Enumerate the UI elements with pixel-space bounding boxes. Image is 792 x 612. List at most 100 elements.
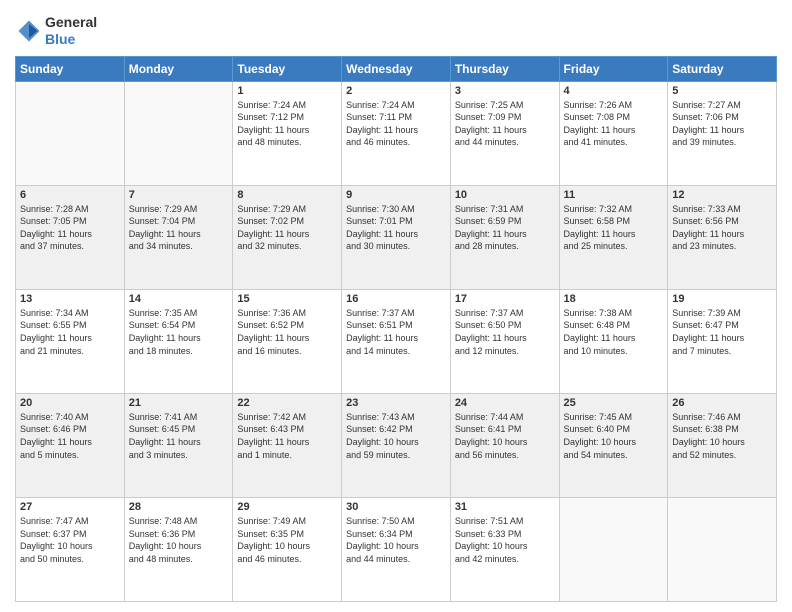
- day-number: 1: [237, 85, 337, 97]
- day-info: Sunrise: 7:32 AM Sunset: 6:58 PM Dayligh…: [564, 203, 664, 253]
- calendar-cell: 23 Sunrise: 7:43 AM Sunset: 6:42 PM Dayli…: [342, 393, 451, 497]
- day-info: Sunrise: 7:29 AM Sunset: 7:02 PM Dayligh…: [237, 203, 337, 253]
- day-number: 23: [346, 397, 446, 409]
- weekday-header: Monday: [124, 56, 233, 81]
- day-number: 13: [20, 293, 120, 305]
- weekday-header: Friday: [559, 56, 668, 81]
- calendar-cell: 14 Sunrise: 7:35 AM Sunset: 6:54 PM Dayli…: [124, 289, 233, 393]
- day-number: 8: [237, 189, 337, 201]
- day-number: 15: [237, 293, 337, 305]
- calendar-table: SundayMondayTuesdayWednesdayThursdayFrid…: [15, 56, 777, 602]
- calendar-cell: [124, 81, 233, 185]
- calendar-week-row: 27Sunrise: 7:47 AM Sunset: 6:37 PM Dayli…: [16, 497, 777, 601]
- day-number: 30: [346, 501, 446, 513]
- day-number: 11: [564, 189, 664, 201]
- calendar-cell: 25Sunrise: 7:45 AM Sunset: 6:40 PM Dayli…: [559, 393, 668, 497]
- calendar-cell: 17Sunrise: 7:37 AM Sunset: 6:50 PM Dayli…: [450, 289, 559, 393]
- day-info: Sunrise: 7:36 AM Sunset: 6:52 PM Dayligh…: [237, 307, 337, 357]
- day-info: Sunrise: 7:34 AM Sunset: 6:55 PM Dayligh…: [20, 307, 120, 357]
- day-info: Sunrise: 7:41 AM Sunset: 6:45 PM Dayligh…: [129, 411, 229, 461]
- calendar-week-row: 1 Sunrise: 7:24 AM Sunset: 7:12 PM Daylig…: [16, 81, 777, 185]
- calendar-cell: 29 Sunrise: 7:49 AM Sunset: 6:35 PM Dayli…: [233, 497, 342, 601]
- day-number: 27: [20, 501, 120, 513]
- day-info: Sunrise: 7:37 AM Sunset: 6:50 PM Dayligh…: [455, 307, 555, 357]
- page: General Blue SundayMondayTuesdayWednesda…: [0, 0, 792, 612]
- weekday-header: Thursday: [450, 56, 559, 81]
- calendar-cell: 24Sunrise: 7:44 AM Sunset: 6:41 PM Dayli…: [450, 393, 559, 497]
- calendar-cell: 4Sunrise: 7:26 AM Sunset: 7:08 PM Daylig…: [559, 81, 668, 185]
- calendar-cell: [559, 497, 668, 601]
- day-number: 19: [672, 293, 772, 305]
- day-info: Sunrise: 7:46 AM Sunset: 6:38 PM Dayligh…: [672, 411, 772, 461]
- day-info: Sunrise: 7:24 AM Sunset: 7:11 PM Dayligh…: [346, 99, 446, 149]
- logo-icon: [15, 17, 43, 45]
- calendar-week-row: 20 Sunrise: 7:40 AM Sunset: 6:46 PM Dayli…: [16, 393, 777, 497]
- calendar-cell: 30Sunrise: 7:50 AM Sunset: 6:34 PM Dayli…: [342, 497, 451, 601]
- day-info: Sunrise: 7:33 AM Sunset: 6:56 PM Dayligh…: [672, 203, 772, 253]
- logo: General Blue: [15, 14, 97, 48]
- calendar-cell: 20 Sunrise: 7:40 AM Sunset: 6:46 PM Dayli…: [16, 393, 125, 497]
- day-number: 22: [237, 397, 337, 409]
- calendar-cell: 7 Sunrise: 7:29 AM Sunset: 7:04 PM Daylig…: [124, 185, 233, 289]
- calendar-week-row: 6 Sunrise: 7:28 AM Sunset: 7:05 PM Daylig…: [16, 185, 777, 289]
- calendar-cell: 28 Sunrise: 7:48 AM Sunset: 6:36 PM Dayli…: [124, 497, 233, 601]
- calendar-cell: 8 Sunrise: 7:29 AM Sunset: 7:02 PM Daylig…: [233, 185, 342, 289]
- calendar-cell: 1 Sunrise: 7:24 AM Sunset: 7:12 PM Daylig…: [233, 81, 342, 185]
- day-info: Sunrise: 7:40 AM Sunset: 6:46 PM Dayligh…: [20, 411, 120, 461]
- day-info: Sunrise: 7:25 AM Sunset: 7:09 PM Dayligh…: [455, 99, 555, 149]
- day-info: Sunrise: 7:49 AM Sunset: 6:35 PM Dayligh…: [237, 515, 337, 565]
- day-number: 28: [129, 501, 229, 513]
- day-info: Sunrise: 7:51 AM Sunset: 6:33 PM Dayligh…: [455, 515, 555, 565]
- calendar-cell: 15 Sunrise: 7:36 AM Sunset: 6:52 PM Dayli…: [233, 289, 342, 393]
- day-info: Sunrise: 7:39 AM Sunset: 6:47 PM Dayligh…: [672, 307, 772, 357]
- weekday-header: Wednesday: [342, 56, 451, 81]
- day-number: 4: [564, 85, 664, 97]
- calendar-cell: 10Sunrise: 7:31 AM Sunset: 6:59 PM Dayli…: [450, 185, 559, 289]
- day-info: Sunrise: 7:27 AM Sunset: 7:06 PM Dayligh…: [672, 99, 772, 149]
- calendar-cell: 21 Sunrise: 7:41 AM Sunset: 6:45 PM Dayli…: [124, 393, 233, 497]
- day-number: 16: [346, 293, 446, 305]
- header: General Blue: [15, 10, 777, 48]
- day-info: Sunrise: 7:24 AM Sunset: 7:12 PM Dayligh…: [237, 99, 337, 149]
- day-info: Sunrise: 7:28 AM Sunset: 7:05 PM Dayligh…: [20, 203, 120, 253]
- day-number: 31: [455, 501, 555, 513]
- day-info: Sunrise: 7:44 AM Sunset: 6:41 PM Dayligh…: [455, 411, 555, 461]
- day-info: Sunrise: 7:45 AM Sunset: 6:40 PM Dayligh…: [564, 411, 664, 461]
- calendar-week-row: 13 Sunrise: 7:34 AM Sunset: 6:55 PM Dayli…: [16, 289, 777, 393]
- calendar-cell: 2Sunrise: 7:24 AM Sunset: 7:11 PM Daylig…: [342, 81, 451, 185]
- day-number: 7: [129, 189, 229, 201]
- calendar-cell: 18 Sunrise: 7:38 AM Sunset: 6:48 PM Dayli…: [559, 289, 668, 393]
- day-info: Sunrise: 7:42 AM Sunset: 6:43 PM Dayligh…: [237, 411, 337, 461]
- day-number: 20: [20, 397, 120, 409]
- day-info: Sunrise: 7:48 AM Sunset: 6:36 PM Dayligh…: [129, 515, 229, 565]
- day-number: 3: [455, 85, 555, 97]
- day-info: Sunrise: 7:31 AM Sunset: 6:59 PM Dayligh…: [455, 203, 555, 253]
- weekday-header: Tuesday: [233, 56, 342, 81]
- calendar-cell: 13 Sunrise: 7:34 AM Sunset: 6:55 PM Dayli…: [16, 289, 125, 393]
- logo-text: General Blue: [45, 14, 97, 48]
- calendar-header-row: SundayMondayTuesdayWednesdayThursdayFrid…: [16, 56, 777, 81]
- calendar-cell: 11 Sunrise: 7:32 AM Sunset: 6:58 PM Dayli…: [559, 185, 668, 289]
- day-number: 21: [129, 397, 229, 409]
- calendar-cell: 6 Sunrise: 7:28 AM Sunset: 7:05 PM Daylig…: [16, 185, 125, 289]
- calendar-cell: 22 Sunrise: 7:42 AM Sunset: 6:43 PM Dayli…: [233, 393, 342, 497]
- day-number: 14: [129, 293, 229, 305]
- day-number: 29: [237, 501, 337, 513]
- weekday-header: Sunday: [16, 56, 125, 81]
- day-info: Sunrise: 7:43 AM Sunset: 6:42 PM Dayligh…: [346, 411, 446, 461]
- calendar-cell: 19 Sunrise: 7:39 AM Sunset: 6:47 PM Dayli…: [668, 289, 777, 393]
- calendar-cell: 26Sunrise: 7:46 AM Sunset: 6:38 PM Dayli…: [668, 393, 777, 497]
- calendar-cell: 27Sunrise: 7:47 AM Sunset: 6:37 PM Dayli…: [16, 497, 125, 601]
- day-info: Sunrise: 7:35 AM Sunset: 6:54 PM Dayligh…: [129, 307, 229, 357]
- calendar-cell: 16Sunrise: 7:37 AM Sunset: 6:51 PM Dayli…: [342, 289, 451, 393]
- day-info: Sunrise: 7:29 AM Sunset: 7:04 PM Dayligh…: [129, 203, 229, 253]
- calendar-cell: [16, 81, 125, 185]
- calendar-cell: 5Sunrise: 7:27 AM Sunset: 7:06 PM Daylig…: [668, 81, 777, 185]
- day-info: Sunrise: 7:30 AM Sunset: 7:01 PM Dayligh…: [346, 203, 446, 253]
- day-number: 18: [564, 293, 664, 305]
- day-number: 6: [20, 189, 120, 201]
- calendar-cell: 31 Sunrise: 7:51 AM Sunset: 6:33 PM Dayli…: [450, 497, 559, 601]
- day-info: Sunrise: 7:38 AM Sunset: 6:48 PM Dayligh…: [564, 307, 664, 357]
- calendar-cell: 12Sunrise: 7:33 AM Sunset: 6:56 PM Dayli…: [668, 185, 777, 289]
- day-number: 9: [346, 189, 446, 201]
